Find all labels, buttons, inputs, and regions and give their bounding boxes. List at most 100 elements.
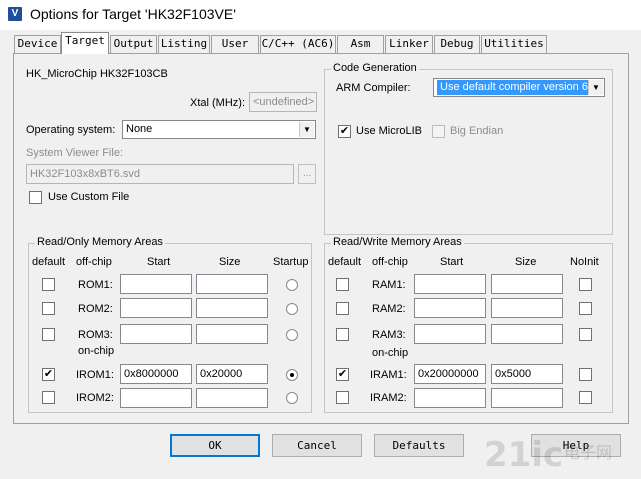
rom1-start-input[interactable] [120,274,192,294]
watermark-graphic: 21ic 电子网 [484,435,612,475]
radio-selected-dot [290,373,294,377]
xtal-field[interactable]: <undefined> [249,92,317,112]
irom1-default-checkbox[interactable]: ✔ [42,368,55,381]
rom-header-offchip: off-chip [76,256,112,268]
arm-compiler-label: ARM Compiler: [336,82,411,94]
rom2-label: ROM2: [78,303,113,315]
rom3-default-checkbox[interactable] [42,328,55,341]
irom2-size-input[interactable] [196,388,268,408]
tab-user[interactable]: User [211,35,259,53]
rom2-startup-radio[interactable] [286,303,298,315]
rom1-label: ROM1: [78,279,113,291]
tab-bar: Device Target Output Listing User C/C++ … [0,30,641,54]
arm-compiler-select[interactable]: Use default compiler version 6 ▼ [433,78,605,97]
irom1-label: IROM1: [76,369,114,381]
ram-areas-group: Read/Write Memory Areas default off-chip… [324,236,613,413]
title-bar[interactable]: V Options for Target 'HK32F103VE' [0,0,641,30]
code-generation-group: Code Generation ARM Compiler: Use defaul… [324,62,613,235]
rom2-size-input[interactable] [196,298,268,318]
rom-header-size: Size [219,256,241,268]
iram1-size-input[interactable]: 0x5000 [491,364,563,384]
ram-header-start: Start [440,256,464,268]
svd-field[interactable]: HK32F103x8xBT6.svd [26,164,294,184]
iram2-noinit-checkbox[interactable] [579,391,592,404]
os-select[interactable]: None ▼ [122,120,316,139]
big-endian-checkbox[interactable] [432,125,445,138]
rom-areas-title: Read/Only Memory Areas [35,236,165,248]
ram2-label: RAM2: [372,303,406,315]
custom-file-checkbox[interactable] [29,191,42,204]
iram1-label: IRAM1: [370,369,407,381]
check-icon: ✔ [339,125,350,137]
iram1-start-input[interactable]: 0x20000000 [414,364,486,384]
ram-header-offchip: off-chip [372,256,408,268]
irom1-size-input[interactable]: 0x20000 [196,364,268,384]
ram1-label: RAM1: [372,279,406,291]
ram3-noinit-checkbox[interactable] [579,328,592,341]
rom3-label: ROM3: [78,329,113,341]
ram2-size-input[interactable] [491,298,563,318]
rom-onchip-label: on-chip [78,345,115,357]
rom2-start-input[interactable] [120,298,192,318]
ram1-size-input[interactable] [491,274,563,294]
svd-browse-button[interactable]: ... [298,164,316,184]
rom1-default-checkbox[interactable] [42,278,55,291]
tab-listing[interactable]: Listing [158,35,210,53]
tab-device[interactable]: Device [14,35,61,53]
ram3-label: RAM3: [372,329,406,341]
code-generation-title: Code Generation [331,62,419,74]
irom2-start-input[interactable] [120,388,192,408]
rom1-startup-radio[interactable] [286,279,298,291]
ram1-noinit-checkbox[interactable] [579,278,592,291]
rom3-start-input[interactable] [120,324,192,344]
iram2-default-checkbox[interactable] [336,391,349,404]
ram3-default-checkbox[interactable] [336,328,349,341]
ram-areas-title: Read/Write Memory Areas [331,236,464,248]
tab-c-cpp[interactable]: C/C++ (AC6) [260,35,336,53]
ram3-size-input[interactable] [491,324,563,344]
ram1-default-checkbox[interactable] [336,278,349,291]
tab-output[interactable]: Output [110,35,157,53]
iram1-default-checkbox[interactable]: ✔ [336,368,349,381]
tab-debug[interactable]: Debug [434,35,480,53]
rom3-size-input[interactable] [196,324,268,344]
rom-header-startup: Startup [273,256,309,268]
tab-asm[interactable]: Asm [337,35,384,53]
tab-linker[interactable]: Linker [385,35,433,53]
rom2-default-checkbox[interactable] [42,302,55,315]
tab-utilities[interactable]: Utilities [481,35,547,53]
ram1-start-input[interactable] [414,274,486,294]
irom1-startup-radio[interactable] [286,369,298,381]
chevron-down-icon[interactable]: ▼ [588,80,603,95]
xtal-label: Xtal (MHz): [190,97,245,109]
defaults-button[interactable]: Defaults [374,434,464,457]
iram1-noinit-checkbox[interactable] [579,368,592,381]
rom3-startup-radio[interactable] [286,329,298,341]
irom1-start-input[interactable]: 0x8000000 [120,364,192,384]
iram2-start-input[interactable] [414,388,486,408]
ram2-noinit-checkbox[interactable] [579,302,592,315]
ok-button[interactable]: OK [170,434,260,457]
ram3-start-input[interactable] [414,324,486,344]
custom-file-label: Use Custom File [48,191,130,203]
microlib-checkbox[interactable]: ✔ [338,125,351,138]
watermark-caption: 电子网 [564,443,612,462]
big-endian-label: Big Endian [450,125,504,137]
irom2-startup-radio[interactable] [286,392,298,404]
rom1-size-input[interactable] [196,274,268,294]
os-select-value: None [126,123,153,135]
watermark-brand: 21ic [484,435,563,475]
watermark-logo: 21ic 电子网 [478,430,638,475]
irom2-default-checkbox[interactable] [42,391,55,404]
check-icon: ✔ [43,368,54,380]
tab-target[interactable]: Target [61,32,109,54]
arm-compiler-value: Use default compiler version 6 [437,80,591,95]
keil-app-icon: V [8,7,22,21]
cancel-button[interactable]: Cancel [272,434,362,457]
ram-header-default: default [328,256,362,268]
ram2-default-checkbox[interactable] [336,302,349,315]
rom-header-start: Start [147,256,171,268]
iram2-size-input[interactable] [491,388,563,408]
chevron-down-icon[interactable]: ▼ [299,122,314,137]
ram2-start-input[interactable] [414,298,486,318]
